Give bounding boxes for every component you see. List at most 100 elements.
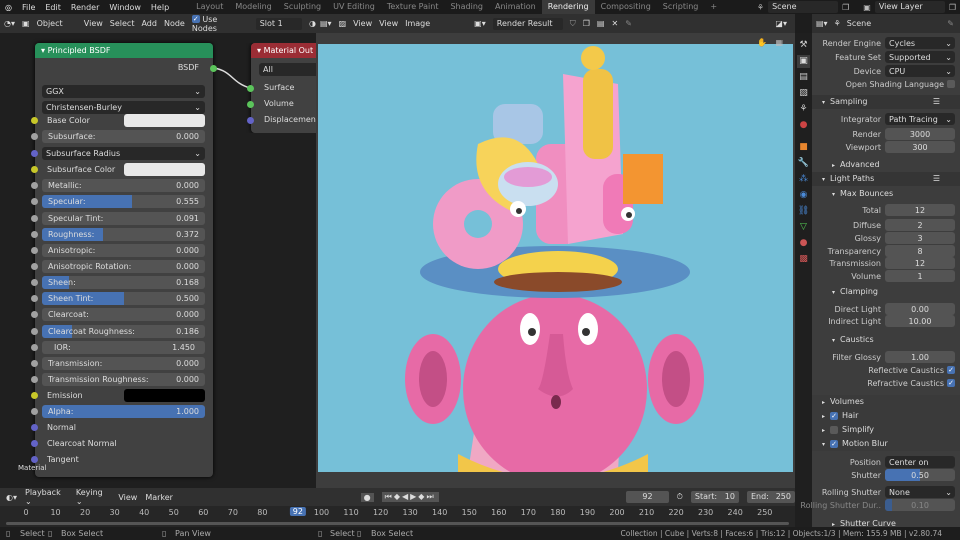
direct-light-field[interactable]: 0.00 [885, 303, 955, 315]
scene-icon[interactable]: ⚘ [757, 3, 764, 12]
device-field[interactable]: CPU ⌄ [885, 65, 955, 77]
slider-specular[interactable]: Specular: 0.555 [42, 195, 205, 208]
new-scene-icon[interactable]: ❐ [842, 3, 849, 12]
slider-transmission[interactable]: Transmission: 0.000 [42, 357, 205, 370]
view-mode-icon[interactable]: ▨ [339, 19, 347, 28]
render-icon[interactable]: ▣ [797, 55, 810, 68]
start-frame-field[interactable]: Start: 10 [690, 491, 739, 503]
menu-window[interactable]: Window [104, 3, 146, 12]
slider-subsurface[interactable]: Subsurface: 0.000 [42, 130, 205, 143]
shader-type-dropdown[interactable]: Object [37, 19, 77, 28]
integrator-field[interactable]: Path Tracing ⌄ [885, 113, 955, 125]
grid-icon[interactable]: ▦ [775, 38, 783, 47]
menu-marker[interactable]: Marker [145, 493, 173, 502]
input-socket[interactable] [31, 133, 38, 140]
volumes-panel-header[interactable]: ▸ Volumes [812, 395, 960, 409]
slider-metallic[interactable]: Metallic: 0.000 [42, 179, 205, 192]
workspace-tab[interactable]: Compositing [595, 0, 657, 14]
jump-end-icon[interactable]: ⏭ [426, 492, 435, 501]
color-swatch[interactable] [124, 389, 205, 402]
menu-view[interactable]: View [118, 493, 137, 502]
properties-editor-icon[interactable]: ▤▾ [816, 19, 828, 28]
open-image-icon[interactable]: ▤ [597, 19, 605, 28]
prev-keyframe-icon[interactable]: ◆ [394, 492, 402, 501]
advanced-subpanel[interactable]: ▸ Advanced [812, 158, 960, 172]
current-frame-field[interactable]: 92 [626, 491, 669, 503]
enable-checkbox[interactable] [830, 425, 839, 434]
bsdf-output-socket[interactable] [210, 65, 217, 72]
input-socket[interactable] [31, 231, 38, 238]
slider-transmission-roughness[interactable]: Transmission Roughness: 0.000 [42, 373, 205, 386]
color-swatch[interactable] [124, 114, 205, 127]
workspace-tab[interactable]: Sculpting [278, 0, 327, 14]
input-socket[interactable] [31, 311, 38, 318]
tool-icon[interactable]: ⚒ [797, 39, 810, 52]
timeline-scrollbar[interactable] [0, 520, 795, 527]
close-icon[interactable]: ✕ [611, 19, 618, 28]
render-engine-field[interactable]: Cycles ⌄ [885, 37, 955, 49]
image-name-field[interactable]: Render Result [492, 17, 563, 30]
bounces-total-field[interactable]: 12 [885, 204, 955, 216]
menu-add[interactable]: Add [141, 19, 157, 28]
slider-sheen[interactable]: Sheen: 0.168 [42, 276, 205, 289]
new-image-icon[interactable]: ❐ [583, 19, 590, 28]
input-socket[interactable] [31, 117, 38, 124]
input-socket[interactable] [31, 456, 38, 463]
input-socket[interactable] [31, 344, 38, 351]
use-nodes-checkbox[interactable]: ✓ Use Nodes [191, 15, 243, 33]
workspace-tab[interactable]: + [704, 0, 723, 14]
constraints-icon[interactable]: ⛓ [797, 205, 810, 218]
workspace-tab[interactable]: Modeling [229, 0, 277, 14]
menu-view[interactable]: View [84, 19, 103, 28]
menu-file[interactable]: File [17, 3, 40, 12]
shutter-field[interactable]: 0.50 [885, 469, 955, 481]
slider-anisotropic-rotation[interactable]: Anisotropic Rotation: 0.000 [42, 260, 205, 273]
texture-icon[interactable]: ▩ [797, 253, 810, 266]
filter-glossy-field[interactable]: 1.00 [885, 351, 955, 363]
editor-type-icon[interactable]: ◔▾ [4, 19, 15, 28]
volume-socket[interactable] [247, 101, 254, 108]
shader-node-editor[interactable]: ▾ Principled BSDF BSDF GGX ⌄ Christensen-… [0, 33, 316, 488]
modifier-icon[interactable]: 🔧 [797, 157, 810, 170]
view-dropdown[interactable]: View [353, 19, 372, 28]
enable-checkbox[interactable]: ✓ [830, 439, 839, 448]
input-socket[interactable] [31, 440, 38, 447]
light-paths-panel-header[interactable]: ▾ Light Paths ☰ [812, 172, 960, 186]
end-frame-field[interactable]: End: 250 [746, 491, 795, 503]
viewport-samples-field[interactable]: 300 [885, 141, 955, 153]
subsurface-method-dropdown[interactable]: Christensen-Burley ⌄ [42, 101, 205, 114]
pin-icon[interactable]: ✎ [625, 19, 632, 28]
timeline-ruler[interactable]: 0 10 20 30 40 50 60 70 80 92 100 110 120 130 140 150 160… [0, 506, 795, 520]
timeline-editor-icon[interactable]: ◐▾ [6, 493, 17, 502]
slot-dropdown[interactable]: Slot 1 [255, 17, 303, 30]
slider-alpha[interactable]: Alpha: 1.000 [42, 405, 205, 418]
fake-user-icon[interactable]: ⛉ [570, 19, 576, 29]
dropdown-subsurface-radius[interactable]: Subsurface Radius ⌄ [42, 147, 205, 160]
input-socket[interactable] [31, 182, 38, 189]
slider-anisotropic[interactable]: Anisotropic: 0.000 [42, 244, 205, 257]
menu-image[interactable]: Image [405, 19, 430, 28]
osl-checkbox[interactable] [947, 80, 955, 88]
display-channels-icon[interactable]: ◪▾ [775, 19, 787, 28]
slider-clearcoat[interactable]: Clearcoat: 0.000 [42, 308, 205, 321]
input-socket[interactable] [31, 392, 38, 399]
data-icon[interactable]: ▽ [797, 221, 810, 234]
list-icon[interactable]: ☰ [933, 172, 940, 186]
node-header[interactable]: ▾ Principled BSDF [35, 43, 213, 58]
render-properties-panel[interactable]: Render Engine Cycles ⌄ Feature Set Supported… [800, 33, 960, 531]
blender-logo-icon[interactable]: ◎ [0, 3, 17, 12]
enable-checkbox[interactable]: ✓ [830, 411, 839, 420]
bounces-transmission-field[interactable]: 12 [885, 257, 955, 269]
menu-node[interactable]: Node [164, 19, 185, 28]
input-socket[interactable] [31, 376, 38, 383]
distribution-dropdown[interactable]: GGX ⌄ [42, 85, 205, 98]
bounces-diffuse-field[interactable]: 2 [885, 219, 955, 231]
menu-render[interactable]: Render [66, 3, 104, 12]
slider-ior[interactable]: IOR: 1.450 [42, 341, 205, 354]
input-socket[interactable] [31, 263, 38, 270]
hair-panel-header[interactable]: ▸ ✓ Hair [812, 409, 960, 423]
hand-pan-icon[interactable]: ✋ [757, 38, 767, 47]
view-layer-selector[interactable]: View Layer [874, 1, 945, 13]
menu-edit[interactable]: Edit [40, 3, 66, 12]
workspace-tab[interactable]: Texture Paint [381, 0, 445, 14]
